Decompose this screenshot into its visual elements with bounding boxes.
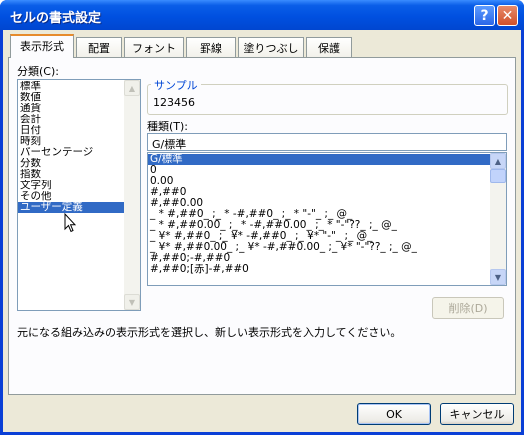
- cancel-button[interactable]: キャンセル: [440, 403, 514, 425]
- list-item[interactable]: その他: [18, 191, 124, 202]
- list-item[interactable]: #,##0;-#,##0: [148, 253, 490, 264]
- list-item[interactable]: 0: [148, 165, 490, 176]
- type-input[interactable]: G/標準: [147, 133, 507, 151]
- category-label: 分類(C):: [17, 65, 59, 78]
- category-list[interactable]: 標準 数値 通貨 会計 日付 時刻 パーセンテージ 分数 指数 文字列 その他 …: [17, 79, 141, 311]
- delete-button[interactable]: 削除(D): [432, 297, 504, 319]
- list-item[interactable]: 日付: [18, 125, 124, 136]
- list-item[interactable]: _ ¥* #,##0_ ;_ ¥* -#,##0_ ;_ ¥* "-"_ ;_ …: [148, 231, 490, 242]
- window-title: セルの書式設定: [10, 11, 102, 26]
- category-scrollbar[interactable]: ▲ ▼: [124, 80, 140, 310]
- list-item[interactable]: パーセンテージ: [18, 147, 124, 158]
- scroll-down-icon[interactable]: ▼: [490, 269, 506, 285]
- tab-protection[interactable]: 保護: [306, 37, 352, 57]
- list-item[interactable]: 時刻: [18, 136, 124, 147]
- list-item[interactable]: _ * #,##0.00_ ;_ * -#,##0.00_ ;_ * "-"??…: [148, 220, 490, 231]
- help-button[interactable]: ?: [474, 5, 495, 26]
- list-item[interactable]: #,##0: [148, 187, 490, 198]
- list-item[interactable]: 0.00: [148, 176, 490, 187]
- scroll-down-icon[interactable]: ▼: [124, 294, 140, 310]
- sample-label: サンプル: [151, 77, 201, 93]
- list-item[interactable]: _ * #,##0_ ;_ * -#,##0_ ;_ * "-"_ ;_ @_: [148, 209, 490, 220]
- mouse-cursor-icon: [64, 212, 76, 233]
- scroll-up-icon[interactable]: ▲: [490, 153, 506, 169]
- type-scrollbar[interactable]: ▲ ▼: [490, 153, 506, 285]
- list-item[interactable]: 文字列: [18, 180, 124, 191]
- tab-fill[interactable]: 塗りつぶし: [238, 37, 304, 57]
- list-item[interactable]: 指数: [18, 169, 124, 180]
- close-button[interactable]: ✕: [497, 5, 518, 26]
- list-item[interactable]: 標準: [18, 81, 124, 92]
- sample-group: [147, 84, 508, 115]
- list-item[interactable]: #,##0.00: [148, 198, 490, 209]
- tab-number-format[interactable]: 表示形式: [10, 34, 74, 58]
- title-bar[interactable]: セルの書式設定 ? ✕: [0, 0, 524, 30]
- type-label: 種類(T):: [147, 120, 189, 133]
- type-items: G/標準 0 0.00 #,##0 #,##0.00 _ * #,##0_ ;_…: [148, 153, 490, 275]
- list-item[interactable]: 分数: [18, 158, 124, 169]
- ok-button[interactable]: OK: [357, 403, 431, 425]
- type-list[interactable]: G/標準 0 0.00 #,##0 #,##0.00 _ * #,##0_ ;_…: [147, 152, 507, 286]
- list-item-selected[interactable]: G/標準: [148, 154, 490, 165]
- sample-value: 123456: [153, 96, 195, 109]
- list-item[interactable]: _ ¥* #,##0.00_ ;_ ¥* -#,##0.00_ ;_ ¥* "-…: [148, 242, 490, 253]
- description-text: 元になる組み込みの表示形式を選択し、新しい表示形式を入力してください。: [17, 326, 402, 339]
- list-item[interactable]: 会計: [18, 114, 124, 125]
- help-icon: ?: [480, 7, 489, 24]
- list-item[interactable]: 通貨: [18, 103, 124, 114]
- list-item[interactable]: #,##0;[赤]-#,##0: [148, 264, 490, 275]
- tab-alignment[interactable]: 配置: [76, 37, 122, 57]
- scroll-up-icon[interactable]: ▲: [124, 80, 140, 96]
- tab-border[interactable]: 罫線: [186, 37, 236, 57]
- list-item[interactable]: 数値: [18, 92, 124, 103]
- category-items: 標準 数値 通貨 会計 日付 時刻 パーセンテージ 分数 指数 文字列 その他 …: [18, 80, 124, 213]
- close-icon: ✕: [501, 7, 514, 24]
- scroll-thumb[interactable]: [490, 169, 506, 183]
- tab-font[interactable]: フォント: [124, 37, 184, 57]
